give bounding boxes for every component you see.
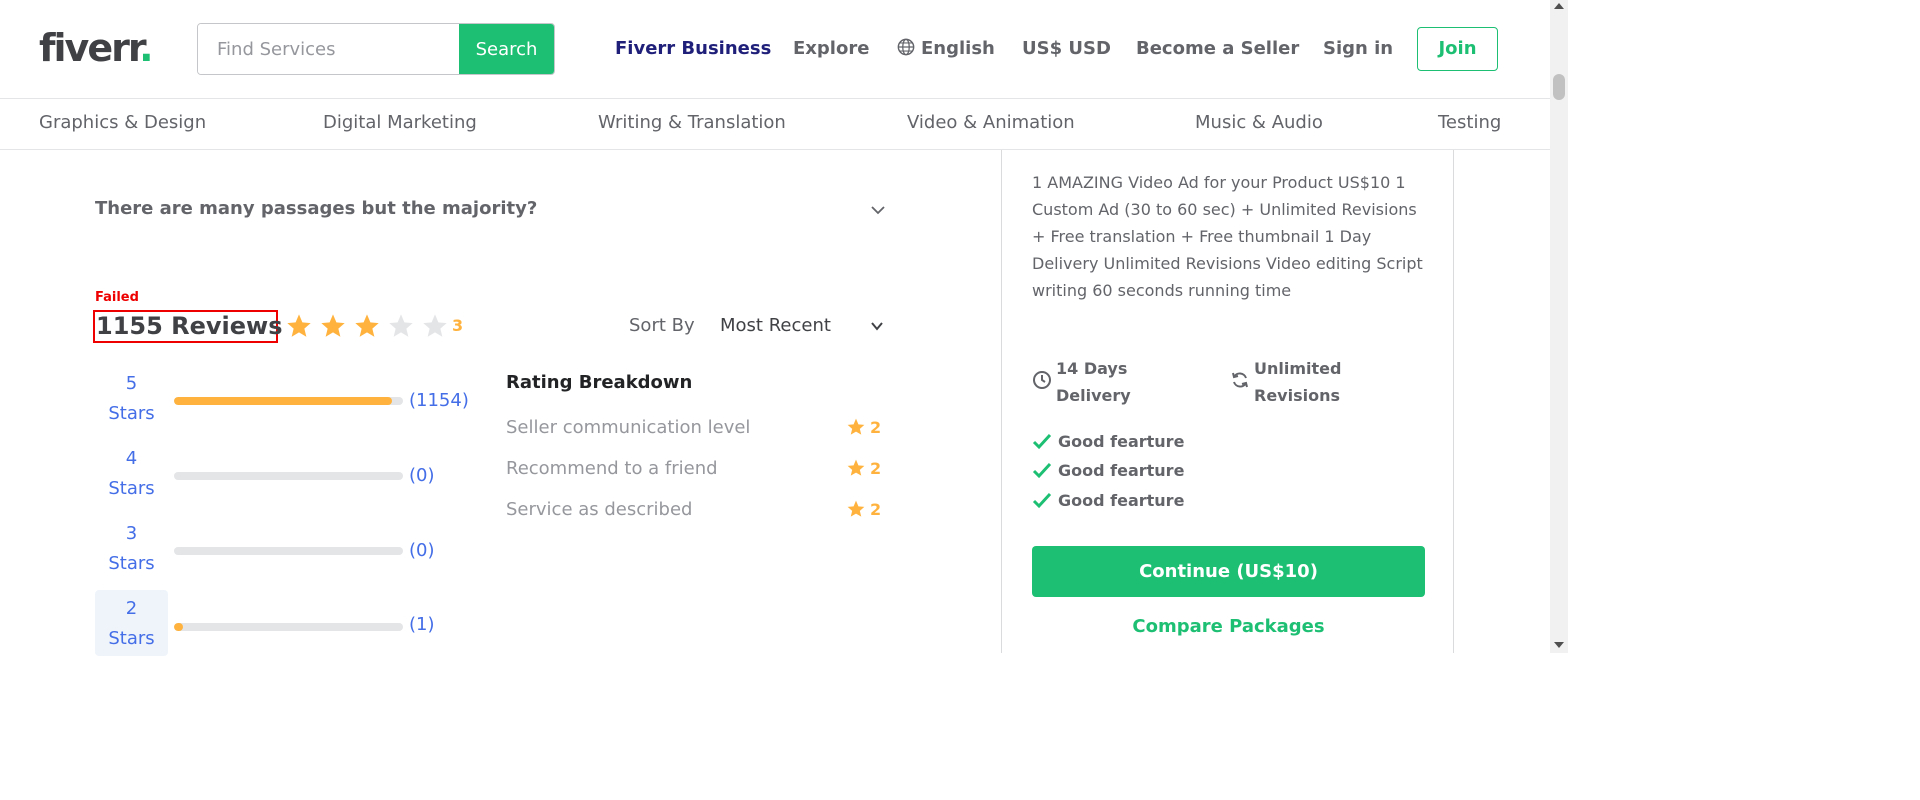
star-icon	[847, 500, 865, 517]
star-filter-label[interactable]: 3 Stars	[95, 519, 168, 585]
rating-bar	[174, 397, 403, 405]
package-description: 1 AMAZING Video Ad for your Product US$1…	[1032, 173, 1423, 300]
star-filled-icon	[355, 314, 379, 337]
checkmark-icon	[1032, 492, 1052, 509]
globe-icon	[897, 38, 915, 56]
star-filter-label[interactable]: 5 Stars	[95, 369, 168, 435]
rating-breakdown-title: Rating Breakdown	[506, 372, 693, 393]
star-icon	[847, 418, 865, 435]
failed-label: Failed	[95, 290, 139, 305]
rating-bar-fill	[174, 623, 184, 631]
clock-icon	[1033, 371, 1051, 389]
breakdown-name: Recommend to a friend	[506, 458, 718, 479]
nav-sign-in[interactable]: Sign in	[1323, 36, 1393, 62]
rating-count: (1154)	[409, 390, 469, 411]
category-video-animation[interactable]: Video & Animation	[907, 111, 1075, 135]
breakdown-value: 2	[846, 456, 881, 482]
chevron-down-icon[interactable]	[870, 202, 886, 218]
rating-count: (1)	[409, 614, 435, 635]
feature-item: Good fearture	[1032, 489, 1184, 513]
star-filled-icon	[287, 314, 311, 337]
search-button[interactable]: Search	[459, 24, 554, 74]
chevron-down-icon[interactable]	[870, 319, 884, 333]
category-music-audio[interactable]: Music & Audio	[1195, 111, 1323, 135]
breakdown-name: Service as described	[506, 499, 693, 520]
star-filter-row-4[interactable]: 4 Stars (0)	[95, 444, 485, 510]
category-testing[interactable]: Testing	[1438, 111, 1501, 135]
star-filter-row-5[interactable]: 5 Stars (1154)	[95, 369, 485, 435]
nav-become-seller[interactable]: Become a Seller	[1136, 36, 1299, 62]
nav-fiverr-business[interactable]: Fiverr Business	[615, 36, 771, 62]
star-icon	[847, 459, 865, 476]
checkmark-icon	[1032, 433, 1052, 450]
category-writing-translation[interactable]: Writing & Translation	[598, 111, 786, 135]
continue-button[interactable]: Continue (US$10)	[1032, 546, 1425, 597]
nav-currency[interactable]: US$ USD	[1022, 36, 1111, 62]
star-empty-icon	[423, 314, 447, 337]
sort-by-label: Sort By	[629, 315, 695, 336]
scroll-up-arrow-icon[interactable]	[1554, 3, 1564, 9]
site-header: fiverr. Search Fiverr Business Explore E…	[0, 0, 1550, 99]
checkmark-icon	[1032, 462, 1052, 479]
scroll-down-arrow-icon[interactable]	[1554, 642, 1564, 648]
nav-language[interactable]: English	[897, 36, 995, 62]
star-empty-icon	[389, 314, 413, 337]
breakdown-value: 2	[846, 415, 881, 441]
breakdown-item: Seller communication level 2	[506, 415, 886, 441]
rating-value: 3	[452, 316, 464, 335]
category-bar: Graphics & Design Digital Marketing Writ…	[0, 99, 1550, 150]
sort-by-select[interactable]: Most Recent	[720, 314, 831, 338]
rating-count: (0)	[409, 465, 435, 486]
search-box: Search	[197, 23, 555, 75]
nav-explore[interactable]: Explore	[793, 36, 869, 62]
rating-stars	[285, 312, 455, 340]
breakdown-item: Service as described 2	[506, 497, 886, 523]
star-filter-label[interactable]: 2 Stars	[95, 590, 168, 656]
page-scrollbar[interactable]	[1550, 0, 1568, 653]
category-digital-marketing[interactable]: Digital Marketing	[323, 111, 477, 135]
reviews-title: 1155 Reviews	[93, 310, 283, 343]
compare-packages-link[interactable]: Compare Packages	[1032, 614, 1425, 640]
rating-bar	[174, 623, 403, 631]
fiverr-logo[interactable]: fiverr.	[39, 26, 154, 70]
feature-item: Good fearture	[1032, 430, 1184, 454]
star-filled-icon	[321, 314, 345, 337]
breakdown-value: 2	[846, 497, 881, 523]
rating-count: (0)	[409, 540, 435, 561]
feature-item: Good fearture	[1032, 459, 1184, 483]
category-graphics-design[interactable]: Graphics & Design	[39, 111, 206, 135]
refresh-icon	[1232, 372, 1248, 388]
faq-question[interactable]: There are many passages but the majority…	[95, 197, 537, 221]
join-button[interactable]: Join	[1417, 27, 1498, 71]
search-input[interactable]	[198, 24, 460, 74]
star-filter-row-3[interactable]: 3 Stars (0)	[95, 519, 485, 585]
breakdown-name: Seller communication level	[506, 417, 751, 438]
breakdown-item: Recommend to a friend 2	[506, 456, 886, 482]
rating-bar	[174, 472, 403, 480]
star-filter-label[interactable]: 4 Stars	[95, 444, 168, 510]
package-sidebar: 1 AMAZING Video Ad for your Product US$1…	[1001, 150, 1454, 653]
nav-language-label: English	[921, 38, 995, 59]
rating-bar-fill	[174, 397, 392, 405]
rating-bar	[174, 547, 403, 555]
star-filter-row-2[interactable]: 2 Stars (1)	[95, 590, 485, 656]
scroll-thumb[interactable]	[1553, 74, 1565, 100]
